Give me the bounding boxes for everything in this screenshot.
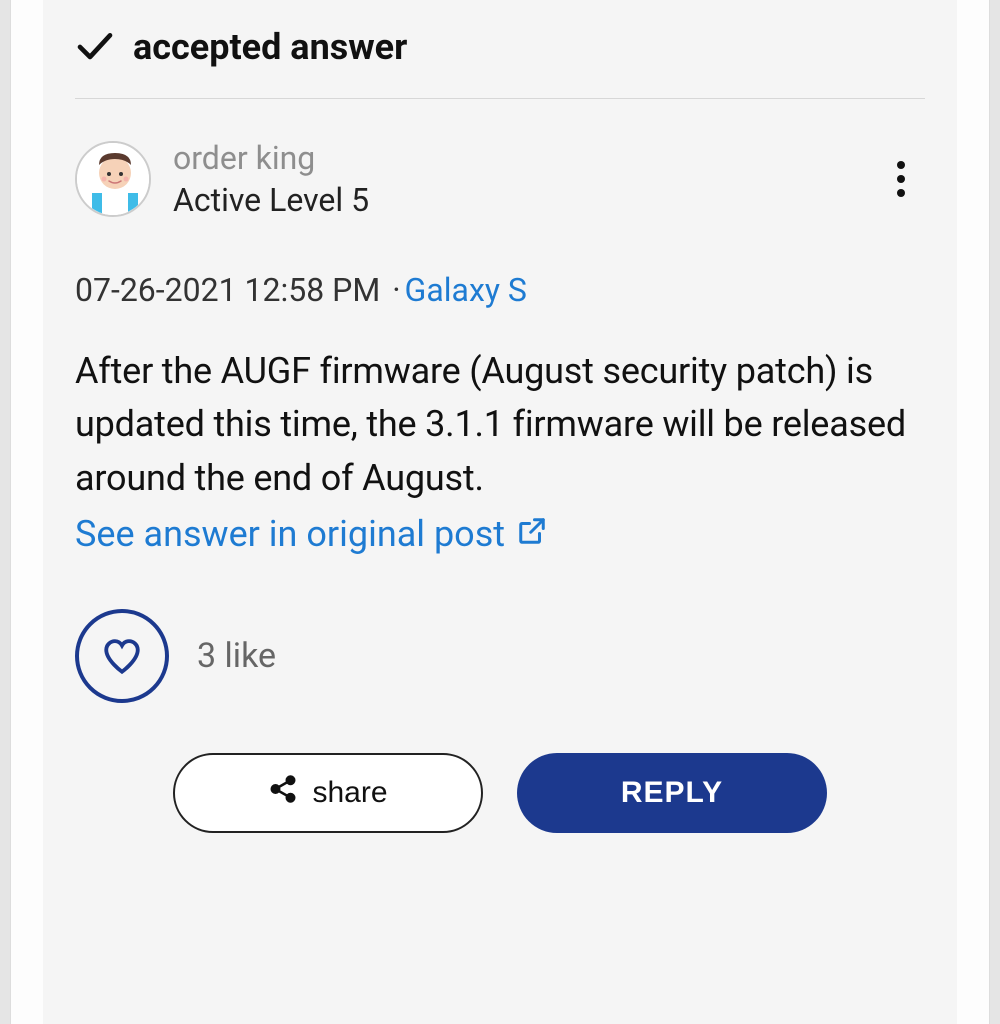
share-button[interactable]: share — [173, 753, 483, 833]
more-options-button[interactable] — [877, 155, 925, 203]
avatar[interactable] — [75, 141, 151, 217]
accepted-label: accepted answer — [133, 26, 407, 68]
meta-separator: · — [388, 271, 404, 309]
see-original-label: See answer in original post — [75, 513, 505, 555]
like-button[interactable] — [75, 609, 169, 703]
share-label: share — [312, 776, 387, 810]
reply-button[interactable]: REPLY — [517, 753, 827, 833]
post-card: accepted answer order — [43, 0, 957, 1024]
post-category-link[interactable]: Galaxy S — [405, 271, 527, 309]
author-name[interactable]: order king — [173, 139, 855, 177]
author-row: order king Active Level 5 — [75, 99, 925, 229]
check-icon — [75, 27, 115, 67]
accepted-header: accepted answer — [75, 14, 925, 99]
post-meta: 07-26-2021 12:58 PM ·Galaxy S — [75, 229, 925, 319]
page-container: accepted answer order — [10, 0, 990, 1024]
post-timestamp: 07-26-2021 12:58 PM — [75, 271, 380, 309]
external-link-icon — [517, 513, 547, 555]
reply-label: REPLY — [621, 776, 723, 810]
author-level: Active Level 5 — [173, 181, 855, 219]
share-icon — [268, 774, 298, 812]
see-original-link[interactable]: See answer in original post — [75, 513, 547, 555]
post-body: After the AUGF firmware (August security… — [75, 319, 925, 513]
like-count: 3 like — [197, 636, 276, 676]
author-meta: order king Active Level 5 — [173, 139, 855, 219]
likes-row: 3 like — [75, 555, 925, 713]
actions-row: share REPLY — [75, 713, 925, 833]
